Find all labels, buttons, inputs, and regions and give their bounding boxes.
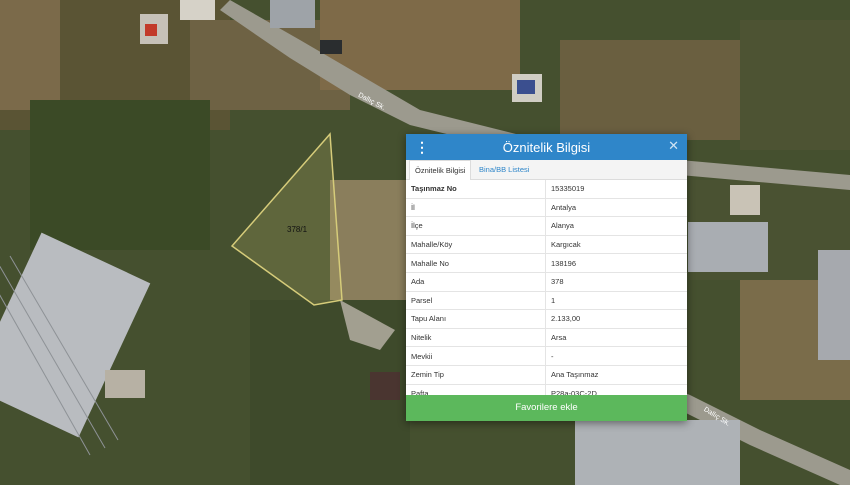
attribute-value: Arsa (545, 328, 687, 348)
panel-title: Öznitelik Bilgisi (502, 140, 591, 155)
attribute-info-panel: ⋮ Öznitelik Bilgisi ✕ Öznitelik Bilgisi … (406, 134, 687, 421)
table-row: İl Antalya (406, 198, 687, 218)
attribute-value: - (545, 346, 687, 366)
attribute-key: Parsel (406, 291, 546, 311)
attribute-key: Ada (406, 272, 546, 292)
attribute-key: Zemin Tip (406, 365, 546, 385)
table-row: Tapu Alanı 2.133,00 (406, 309, 687, 329)
attribute-key: Taşınmaz No (406, 180, 546, 199)
attribute-key: İl (406, 198, 546, 218)
tab-attribute-info[interactable]: Öznitelik Bilgisi (409, 160, 472, 180)
attribute-key: Nitelik (406, 328, 546, 348)
attribute-value: 1 (545, 291, 687, 311)
parcel-label: 378/1 (287, 225, 308, 234)
close-icon[interactable]: ✕ (668, 138, 679, 154)
panel-tabs: Öznitelik Bilgisi Bina/BB Listesi (406, 160, 687, 180)
attribute-value: 15335019 (545, 180, 687, 199)
table-row: Nitelik Arsa (406, 328, 687, 348)
table-row: Taşınmaz No 15335019 (406, 180, 687, 199)
table-row: Ada 378 (406, 272, 687, 292)
table-row: Zemin Tip Ana Taşınmaz (406, 365, 687, 385)
attribute-key: Mahalle No (406, 253, 546, 273)
add-to-favorites-button[interactable]: Favorilere ekle (406, 395, 687, 421)
attribute-value: Antalya (545, 198, 687, 218)
panel-header: ⋮ Öznitelik Bilgisi ✕ (406, 134, 687, 160)
table-row: Mahalle/Köy Kargıcak (406, 235, 687, 255)
tab-building-list[interactable]: Bina/BB Listesi (474, 160, 534, 179)
table-row: Mahalle No 138196 (406, 253, 687, 273)
attribute-value: 138196 (545, 253, 687, 273)
table-row: Mevkii - (406, 346, 687, 366)
attribute-value: 378 (545, 272, 687, 292)
attribute-value: Kargıcak (545, 235, 687, 255)
attribute-key: Tapu Alanı (406, 309, 546, 329)
attribute-key: İlçe (406, 216, 546, 236)
attribute-value: Alanya (545, 216, 687, 236)
attribute-value: Ana Taşınmaz (545, 365, 687, 385)
attribute-key: Mahalle/Köy (406, 235, 546, 255)
attribute-table: Taşınmaz No 15335019 İl Antalya İlçe Alanya Ma… (406, 180, 687, 404)
attribute-key: Mevkii (406, 346, 546, 366)
table-row: İlçe Alanya (406, 216, 687, 236)
table-row: Parsel 1 (406, 291, 687, 311)
attribute-value: 2.133,00 (545, 309, 687, 329)
